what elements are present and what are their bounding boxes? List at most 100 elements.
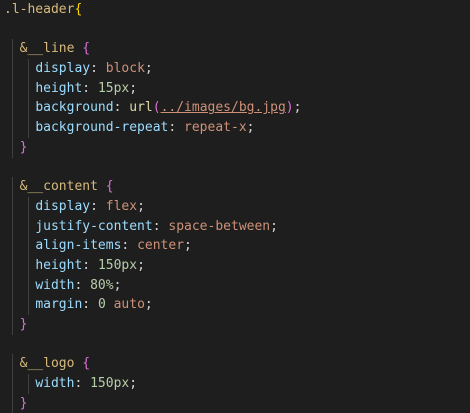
code-token: repeat-x [184, 120, 247, 136]
indent-guide [28, 196, 29, 217]
code-token: ; [270, 218, 278, 234]
indent-guide [28, 374, 29, 394]
indent-guide [28, 236, 29, 256]
code-token: ; [184, 238, 192, 254]
indent-guide [28, 275, 29, 296]
code-token: : [168, 120, 185, 136]
code-line[interactable] [0, 158, 470, 178]
indent-guide [28, 98, 29, 119]
code-line[interactable]: background-repeat: repeat-x; [0, 118, 470, 138]
code-token: : [82, 297, 98, 313]
code-token: 150px [97, 257, 138, 273]
code-token: background-repeat [35, 120, 169, 136]
code-token: } [19, 395, 28, 411]
code-token: height [35, 257, 83, 273]
code-token: } [19, 317, 28, 332]
code-token: ; [137, 198, 145, 214]
code-line[interactable]: &__content { [0, 177, 470, 197]
indent-guide [12, 78, 13, 99]
code-token: .l-header [4, 2, 75, 17]
code-token: url [129, 100, 153, 116]
code-token: { [74, 2, 83, 17]
indent-guide [28, 216, 29, 237]
code-token: ; [144, 297, 153, 313]
code-token: ; [144, 61, 153, 77]
indent-guide [12, 118, 13, 138]
code-editor[interactable]: .l-header{ &__line { display: block; hei… [0, 0, 470, 413]
indent-guide [12, 216, 13, 237]
indent-guide [12, 354, 13, 375]
code-token: : [90, 61, 106, 77]
code-token: ; [137, 257, 145, 273]
indent-guide [28, 59, 29, 79]
indent-guide [28, 255, 29, 276]
indent-guide [12, 393, 13, 413]
code-line[interactable]: display: block; [0, 59, 470, 79]
code-token: { [105, 179, 114, 195]
code-line[interactable]: width: 150px; [0, 374, 470, 394]
code-line[interactable] [0, 20, 470, 40]
code-token: : [152, 218, 169, 234]
indent-guide [12, 59, 13, 79]
indent-guide [28, 295, 29, 315]
code-token: : [90, 198, 106, 214]
code-token: height [35, 80, 83, 96]
code-token: : [113, 100, 130, 116]
code-token: margin [35, 297, 83, 313]
indent-guide [12, 98, 13, 119]
code-line[interactable]: } [0, 393, 470, 413]
code-token: block [105, 61, 145, 77]
code-token: width [35, 376, 75, 392]
code-token: ( [152, 100, 161, 116]
code-token: ; [129, 376, 138, 392]
code-line[interactable]: &__logo { [0, 354, 470, 375]
code-line[interactable]: background: url(../images/bg.jpg); [0, 98, 470, 119]
code-line[interactable]: display: flex; [0, 196, 470, 217]
code-line[interactable]: .l-header{ [0, 0, 470, 20]
code-token: background [35, 100, 114, 116]
code-line[interactable]: } [0, 315, 470, 335]
indent-guide [12, 137, 13, 158]
code-line[interactable]: height: 150px; [0, 255, 470, 276]
code-line[interactable] [0, 335, 470, 355]
code-token: : [82, 257, 98, 273]
indent-guide [12, 196, 13, 217]
code-token: : [82, 80, 98, 96]
code-line[interactable]: &__line { [0, 39, 470, 60]
indent-guide [12, 295, 13, 315]
indent-guide [12, 177, 13, 197]
code-token: : [74, 376, 91, 392]
code-token: ; [246, 120, 255, 136]
indent-guide [12, 255, 13, 276]
code-line[interactable]: width: 80%; [0, 275, 470, 296]
indent-guide [28, 118, 29, 138]
code-token: 150px [90, 376, 130, 392]
code-token: &__line [19, 41, 75, 57]
code-line[interactable]: margin: 0 auto; [0, 295, 470, 315]
code-line[interactable]: justify-content: space-between; [0, 216, 470, 237]
code-line[interactable]: align-items: center; [0, 236, 470, 256]
code-token: center [137, 238, 185, 254]
code-token: &__content [19, 179, 98, 195]
indent-guide [12, 39, 13, 60]
indent-guide [12, 374, 13, 394]
code-line[interactable]: height: 15px; [0, 78, 470, 99]
code-line[interactable]: } [0, 137, 470, 158]
code-token: ; [113, 277, 122, 293]
code-token: ) [285, 100, 294, 116]
code-token: 80% [90, 277, 114, 293]
code-token: 15px [97, 80, 130, 96]
code-token: ; [293, 100, 302, 116]
code-token: &__logo [19, 356, 75, 372]
indent-guide [28, 78, 29, 99]
code-token: ; [129, 80, 138, 96]
